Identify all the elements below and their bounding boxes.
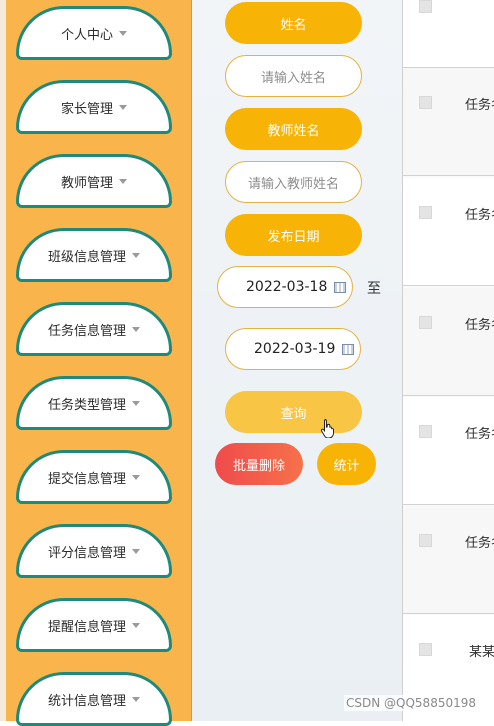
nav-label: 统计信息管理 — [47, 693, 126, 709]
sidebar-edge — [0, 0, 6, 721]
nav-label: 评分信息管理 — [47, 545, 126, 561]
task-name-cell: 任务名 — [465, 208, 494, 223]
task-name-cell: 任务名 — [465, 427, 494, 442]
row-checkbox[interactable] — [419, 0, 432, 13]
nav-score-info-management[interactable]: 评分信息管理 — [16, 524, 172, 578]
row-checkbox[interactable] — [419, 316, 432, 329]
caret-down-icon — [119, 30, 127, 36]
search-filter-panel: 姓名 请输入姓名 教师姓名 请输入教师姓名 发布日期 2022-03-18 至 … — [192, 0, 402, 721]
table-row[interactable]: 任务名 — [403, 288, 494, 396]
nav-label: 班级信息管理 — [47, 249, 126, 265]
nav-submission-info-management[interactable]: 提交信息管理 — [16, 450, 172, 504]
start-date-input[interactable]: 2022-03-18 — [217, 266, 353, 308]
nav-personal-center[interactable]: 个人中心 — [16, 6, 172, 60]
row-checkbox[interactable] — [419, 96, 432, 109]
name-input[interactable]: 请输入姓名 — [225, 55, 362, 97]
name-label: 姓名 — [225, 2, 362, 44]
teacher-name-label: 教师姓名 — [225, 108, 362, 150]
nav-task-info-management[interactable]: 任务信息管理 — [16, 302, 172, 356]
nav-parent-management[interactable]: 家长管理 — [16, 80, 172, 134]
nav-class-info-management[interactable]: 班级信息管理 — [16, 228, 172, 282]
caret-down-icon — [119, 104, 127, 110]
nav-task-type-management[interactable]: 任务类型管理 — [16, 376, 172, 430]
caret-down-icon — [132, 474, 140, 480]
caret-down-icon — [132, 252, 140, 258]
caret-down-icon — [132, 548, 140, 554]
caret-down-icon — [132, 696, 140, 702]
task-name-cell: 任务名 — [465, 98, 494, 113]
watermark: CSDN @QQ58850198 — [344, 695, 478, 711]
nav-label: 任务信息管理 — [47, 323, 126, 339]
row-checkbox[interactable] — [419, 425, 432, 438]
caret-down-icon — [132, 622, 140, 628]
sidebar: 个人中心 家长管理 教师管理 班级信息管理 任务信息管理 任务类型管理 提交信息… — [0, 0, 192, 726]
nav-statistics-info-management[interactable]: 统计信息管理 — [16, 672, 172, 726]
caret-down-icon — [119, 178, 127, 184]
start-date-value: 2022-03-18 — [246, 279, 328, 295]
end-date-input[interactable]: 2022-03-19 — [225, 328, 361, 370]
end-date-value: 2022-03-19 — [254, 341, 336, 357]
hand-cursor-icon — [320, 419, 334, 438]
search-button[interactable]: 查询 — [225, 391, 362, 433]
row-checkbox[interactable] — [419, 643, 432, 656]
task-name-cell: 某某 — [469, 645, 494, 660]
calendar-icon[interactable] — [342, 344, 354, 355]
nav-label: 个人中心 — [60, 27, 113, 43]
nav-label: 家长管理 — [60, 101, 113, 117]
nav-label: 教师管理 — [60, 175, 113, 191]
batch-delete-button[interactable]: 批量删除 — [215, 443, 303, 485]
caret-down-icon — [132, 326, 140, 332]
statistics-button[interactable]: 统计 — [317, 443, 376, 485]
date-range-separator: 至 — [367, 281, 381, 297]
table-row[interactable]: 任务名 — [403, 178, 494, 286]
teacher-name-input[interactable]: 请输入教师姓名 — [225, 161, 362, 203]
task-name-cell: 任务名 — [465, 536, 494, 551]
nav-label: 提醒信息管理 — [47, 619, 126, 635]
table-row[interactable] — [403, 0, 494, 68]
row-checkbox[interactable] — [419, 534, 432, 547]
table-row[interactable]: 任务名 — [403, 506, 494, 614]
nav-label: 提交信息管理 — [47, 471, 126, 487]
task-name-cell: 任务名 — [465, 318, 494, 333]
calendar-icon[interactable] — [334, 282, 346, 293]
nav-teacher-management[interactable]: 教师管理 — [16, 154, 172, 208]
row-checkbox[interactable] — [419, 206, 432, 219]
publish-date-label: 发布日期 — [225, 214, 362, 256]
table-row[interactable]: 任务名 — [403, 397, 494, 505]
task-table: 任务名 任务名 任务名 任务名 任务名 某某 — [402, 0, 494, 721]
caret-down-icon — [132, 400, 140, 406]
nav-label: 任务类型管理 — [47, 397, 126, 413]
nav-reminder-info-management[interactable]: 提醒信息管理 — [16, 598, 172, 652]
table-row[interactable]: 任务名 — [403, 68, 494, 176]
